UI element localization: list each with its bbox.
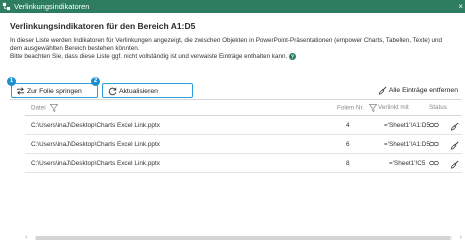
callout-badge-1: 1 [7,77,16,86]
refresh-button[interactable]: Aktualisieren [102,83,193,98]
description-line-2: dem ausgewählten Bereich bestehen könnte… [10,45,140,53]
broom-icon[interactable] [450,160,459,171]
link-icon [429,141,439,149]
horizontal-scrollbar[interactable]: ‹ › [25,234,462,242]
cell-linked-with: ='Sheet1'!A1:D5 [384,122,430,129]
link-table: Datei Folien Nr. Verlinkt mit Status C:\… [25,100,462,173]
broom-icon [378,86,387,95]
table-row[interactable]: C:\Users\inaJ\Desktop\Charts Excel Link.… [25,135,462,154]
description-line-3-text: Bitte beachten Sie, dass diese Liste ggf… [10,53,288,61]
cell-slides: 8 [346,160,350,167]
table-row[interactable]: C:\Users\inaJ\Desktop\Charts Excel Link.… [25,154,462,173]
cell-file: C:\Users\inaJ\Desktop\Charts Excel Link.… [31,160,160,167]
refresh-label: Aktualisieren [119,88,158,95]
link-icon [429,122,439,130]
scroll-left-icon[interactable]: ‹ [25,233,27,242]
column-slides-label: Folien Nr. [337,104,364,112]
link-icon [429,160,439,168]
cell-file: C:\Users\inaJ\Desktop\Charts Excel Link.… [31,141,160,148]
table-header: Datei Folien Nr. Verlinkt mit Status [25,100,462,116]
description: In dieser Liste werden Indikatoren für V… [10,37,462,62]
help-icon[interactable]: ? [289,53,297,61]
filter-icon[interactable] [368,104,378,113]
cell-slides: 4 [346,122,350,129]
scroll-right-icon[interactable]: › [460,233,462,242]
column-file[interactable]: Datei [31,104,59,113]
jump-to-slide-label: Zur Folie springen [27,88,82,95]
cell-linked-with: ='Sheet1'!A1:D5 [384,141,430,148]
remove-all-label: Alle Einträge entfernen [388,87,458,94]
column-status[interactable]: Status [429,104,447,111]
toolbar: Zur Folie springen Aktualisieren Alle Ei… [10,82,462,99]
callout-badge-2: 2 [91,77,100,86]
cell-linked-with: ='Sheet1'!C5 [389,160,426,167]
svg-text:?: ? [291,55,294,61]
link-indicator-icon [2,2,11,11]
cell-slides: 6 [346,141,350,148]
description-line-3: Bitte beachten Sie, dass diese Liste ggf… [10,53,462,61]
filter-icon[interactable] [50,104,59,113]
scrollbar-thumb[interactable] [36,236,450,240]
table-row[interactable]: C:\Users\inaJ\Desktop\Charts Excel Link.… [25,116,462,135]
remove-all-entries-button[interactable]: Alle Einträge entfernen [378,83,460,98]
broom-icon[interactable] [450,122,459,133]
page-title: Verlinkungsindikatoren für den Bereich A… [10,21,196,31]
cell-file: C:\Users\inaJ\Desktop\Charts Excel Link.… [31,122,160,129]
jump-to-slide-button[interactable]: Zur Folie springen [11,83,98,98]
close-icon[interactable]: × [458,1,463,12]
refresh-icon [108,87,117,95]
column-linked-with[interactable]: Verlinkt mit [378,104,409,111]
description-line-1: In dieser Liste werden Indikatoren für V… [10,37,443,44]
swap-arrows-icon [16,87,25,95]
title-bar: Verlinkungsindikatoren × [0,0,465,13]
column-file-label: Datei [31,104,46,112]
broom-icon[interactable] [450,141,459,152]
column-slides[interactable]: Folien Nr. [337,104,378,113]
window-title: Verlinkungsindikatoren [14,2,90,11]
